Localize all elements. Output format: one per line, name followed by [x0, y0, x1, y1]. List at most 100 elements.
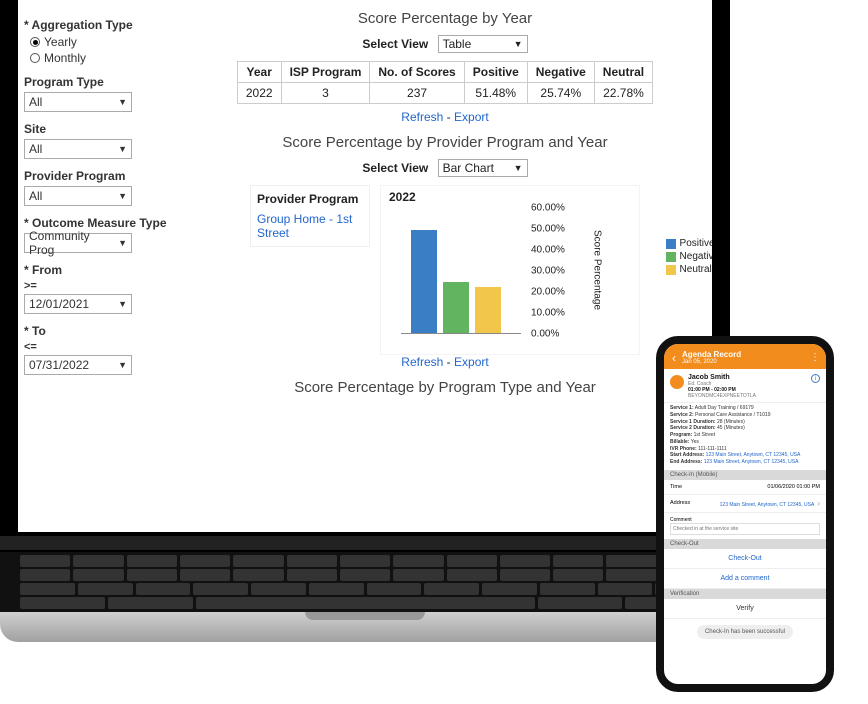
aggregation-yearly-radio[interactable]: Yearly [30, 35, 172, 49]
caret-down-icon: ▼ [118, 299, 127, 309]
checkin-address-row[interactable]: Address 123 Main Street, Anytown, CT 123… [664, 495, 826, 513]
time-label: Time [670, 484, 682, 490]
provider-program-header: Provider Program [257, 192, 363, 206]
select-view-1[interactable]: Table ▼ [438, 35, 528, 53]
select-view-label-1: Select View [362, 37, 428, 51]
start-addr-key: Start Address: [670, 452, 704, 458]
y-tick: 10.00% [531, 308, 565, 319]
provider-program-select[interactable]: All ▼ [24, 186, 132, 206]
chart-year-label: 2022 [389, 190, 416, 204]
end-addr-val[interactable]: 123 Main Street, Anytown, CT 12345, USA [704, 459, 799, 465]
score-table: Year ISP Program No. of Scores Positive … [237, 61, 653, 104]
y-tick: 50.00% [531, 224, 565, 235]
select-view-2[interactable]: Bar Chart ▼ [438, 159, 528, 177]
th-positive[interactable]: Positive [464, 62, 527, 83]
export-link-1[interactable]: Export [454, 110, 489, 124]
checkout-button[interactable]: Check-Out [664, 549, 826, 569]
th-scores[interactable]: No. of Scores [370, 62, 464, 83]
aggregation-type-label: * Aggregation Type [24, 18, 172, 32]
chart-area: Provider Program Group Home - 1st Street… [188, 185, 702, 355]
y-tick: 0.00% [531, 329, 559, 340]
address-value: 123 Main Street, Anytown, CT 12345, USA [720, 502, 815, 508]
caret-down-icon: ▼ [118, 144, 127, 154]
legend-positive: Positive [666, 238, 712, 249]
export-link-2[interactable]: Export [454, 355, 489, 369]
phone-header: ‹ Agenda Record Jan 05, 2020 ⋮ [664, 344, 826, 369]
radio-unselected-icon [30, 53, 40, 63]
th-negative[interactable]: Negative [527, 62, 594, 83]
link-separator: - [447, 355, 454, 369]
ivr-val: 111-111-1111 [698, 446, 727, 452]
info-icon[interactable]: i [811, 374, 820, 383]
aggregation-monthly-label: Monthly [44, 51, 86, 65]
link-separator: - [447, 110, 454, 124]
comment-row: Comment [664, 513, 826, 539]
y-axis: 60.00%50.00%40.00%30.00%20.00%10.00%0.00… [531, 208, 583, 338]
dur2-val: 45 (Minutes) [717, 425, 745, 431]
bar-negative[interactable] [443, 282, 469, 333]
outcome-measure-select[interactable]: Community Prog ▼ [24, 233, 132, 253]
swatch-negative-icon [666, 252, 676, 262]
billable-val: Yes [691, 439, 699, 445]
refresh-link-2[interactable]: Refresh [401, 355, 443, 369]
y-tick: 30.00% [531, 266, 565, 277]
start-addr-val[interactable]: 123 Main Street, Anytown, CT 12345, USA [706, 452, 801, 458]
checkout-section-header: Check-Out [664, 539, 826, 549]
legend-negative-label: Negative [680, 251, 712, 262]
to-operator: <= [24, 341, 172, 353]
site-label: Site [24, 122, 172, 136]
avatar-icon [670, 375, 684, 389]
add-comment-button[interactable]: Add a comment [664, 569, 826, 589]
bar-neutral[interactable] [475, 287, 501, 333]
swatch-neutral-icon [666, 265, 676, 275]
select-view-2-value: Bar Chart [443, 161, 494, 175]
phone-header-date: Jan 05, 2020 [682, 359, 810, 365]
refresh-link-1[interactable]: Refresh [401, 110, 443, 124]
td-scores: 237 [370, 83, 464, 104]
y-tick: 20.00% [531, 287, 565, 298]
section3-title: Score Percentage by Program Type and Yea… [188, 379, 702, 396]
service2-val: Personal Care Assistance / T1019 [695, 412, 771, 418]
comment-input[interactable] [670, 523, 820, 535]
verify-button[interactable]: Verify [664, 599, 826, 619]
laptop-keyboard [0, 532, 730, 668]
dur1-key: Service 1 Duration: [670, 419, 716, 425]
th-isp[interactable]: ISP Program [281, 62, 370, 83]
th-year[interactable]: Year [237, 62, 281, 83]
program-type-select[interactable]: All ▼ [24, 92, 132, 112]
user-header: Jacob Smith Ed. Coach 01:00 PM - 02:00 P… [664, 369, 826, 403]
caret-down-icon: ▼ [118, 191, 127, 201]
aggregation-monthly-radio[interactable]: Monthly [30, 51, 172, 65]
time-value: 01/06/2020 01:00 PM [767, 484, 820, 490]
user-code: BEYONDMC4EXPNEETOTLA [688, 393, 756, 399]
select-view-label-2: Select View [362, 161, 428, 175]
laptop-screen: * Aggregation Type Yearly Monthly Progra… [0, 0, 730, 532]
more-menu-icon[interactable]: ⋮ [810, 353, 820, 363]
provider-program-label: Provider Program [24, 169, 172, 183]
record-details: Service 1: Adult Day Training / 69179 Se… [664, 403, 826, 470]
outcome-measure-value: Community Prog [29, 229, 118, 257]
provider-program-link[interactable]: Group Home - 1st Street [257, 212, 352, 240]
dur2-key: Service 2 Duration: [670, 425, 716, 431]
program-type-label: Program Type [24, 75, 172, 89]
legend-neutral: Neutral [666, 264, 712, 275]
provider-program-panel: Provider Program Group Home - 1st Street [250, 185, 370, 247]
td-negative: 25.74% [527, 83, 594, 104]
to-label: * To [24, 324, 172, 338]
ivr-key: IVR Phone: [670, 446, 697, 452]
to-date-input[interactable]: 07/31/2022 ▼ [24, 355, 132, 375]
from-date-input[interactable]: 12/01/2021 ▼ [24, 294, 132, 314]
th-neutral[interactable]: Neutral [594, 62, 652, 83]
site-select[interactable]: All ▼ [24, 139, 132, 159]
outcome-measure-label: * Outcome Measure Type [24, 216, 172, 230]
select-view-1-value: Table [443, 37, 472, 51]
from-date-value: 12/01/2021 [29, 297, 89, 311]
chevron-right-icon: › [817, 499, 820, 508]
caret-down-icon: ▼ [514, 39, 523, 49]
radio-selected-icon [30, 37, 40, 47]
caret-down-icon: ▼ [118, 238, 127, 248]
service1-key: Service 1: [670, 405, 694, 411]
table-links-1: Refresh - Export [188, 110, 702, 124]
bar-positive[interactable] [411, 230, 437, 333]
legend-negative: Negative [666, 251, 712, 262]
